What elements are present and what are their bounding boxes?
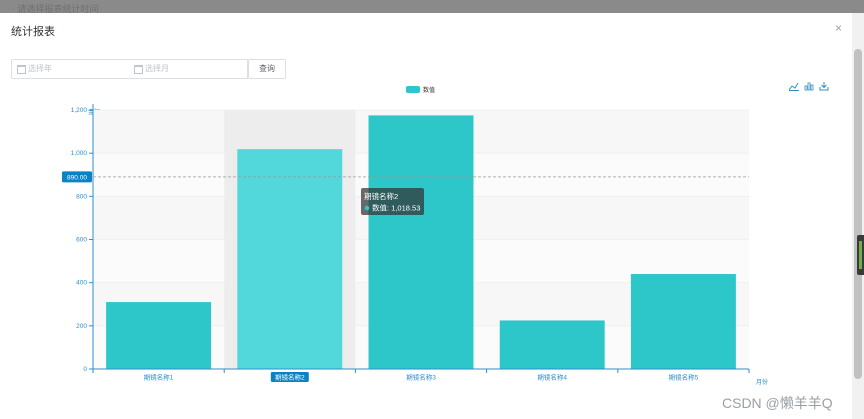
x-tick-label: 期镜名称2 [275, 373, 305, 382]
side-widget-tab[interactable] [857, 235, 864, 275]
y-tick-label: 600 [76, 237, 87, 244]
y-tick-label: 200 [76, 323, 87, 330]
page-scrollbar[interactable] [852, 13, 864, 419]
bar[interactable] [106, 302, 212, 369]
bar-chart[interactable]: 0 200 400 600 800 1,000 1,200 期镜名称1 期镜名称2 期镜名称3 期… [0, 0, 864, 419]
y-axis-pointer-value: 890.00 [67, 174, 87, 181]
scrollbar-thumb[interactable] [854, 49, 862, 379]
y-tick-label: 800 [76, 193, 87, 200]
y-tick-label: 0 [83, 366, 87, 373]
x-tick-label: 期镜名称4 [537, 373, 567, 382]
watermark: CSDN @懒羊羊Q [722, 395, 833, 411]
x-tick-label: 期镜名称3 [406, 373, 436, 382]
y-tick-label: 1,000 [71, 150, 88, 157]
tooltip-value: 数值: 1,018.53 [372, 203, 420, 213]
bar[interactable] [499, 320, 605, 369]
bar[interactable] [630, 274, 736, 369]
y-tick-label: 1,200 [71, 107, 88, 114]
bar[interactable] [368, 115, 474, 369]
x-tick-label: 期镜名称1 [144, 373, 174, 382]
y-tick-label: 400 [76, 280, 87, 287]
bar[interactable] [237, 149, 343, 369]
tooltip-marker [364, 205, 370, 211]
x-tick-label: 期镜名称5 [669, 373, 699, 382]
tooltip-title: 期镜名称2 [364, 191, 398, 201]
